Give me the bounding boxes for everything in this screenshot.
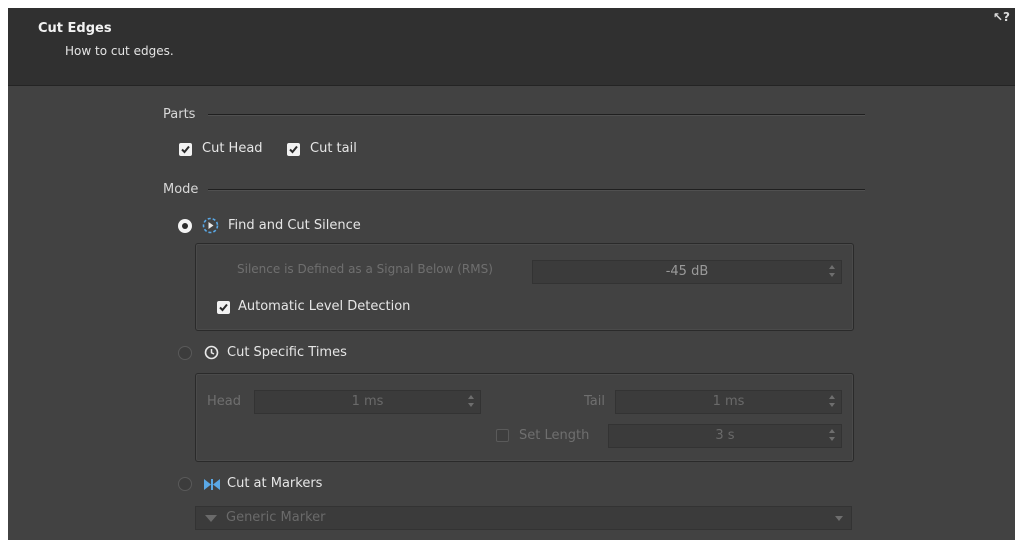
marker-type-dropdown[interactable]: Generic Marker	[195, 506, 852, 530]
specific-times-group: Head 1 ms Tail 1 ms Set Length 3 s	[195, 373, 854, 462]
marker-triangle-icon	[205, 515, 217, 522]
cut-tail-checkbox[interactable]	[287, 143, 300, 156]
head-spinbox[interactable]: 1 ms	[254, 390, 481, 414]
set-length-label[interactable]: Set Length	[519, 428, 589, 443]
tail-value: 1 ms	[712, 394, 745, 409]
tail-spinbox[interactable]: 1 ms	[615, 390, 842, 414]
spinner-arrows-icon[interactable]	[829, 265, 835, 277]
markers-label[interactable]: Cut at Markers	[227, 476, 322, 491]
spinner-arrows-icon[interactable]	[468, 395, 474, 407]
mode-divider	[208, 189, 865, 191]
set-length-spinbox[interactable]: 3 s	[608, 424, 842, 448]
chevron-down-icon[interactable]	[835, 516, 843, 521]
find-silence-group: Silence is Defined as a Signal Below (RM…	[195, 243, 854, 331]
clock-icon	[204, 345, 219, 360]
marker-bowtie-icon	[203, 478, 221, 491]
parts-divider	[208, 114, 865, 116]
dialog-title: Cut Edges	[38, 21, 112, 36]
auto-detect-checkbox[interactable]	[217, 301, 230, 314]
specific-times-label[interactable]: Cut Specific Times	[227, 345, 347, 360]
auto-detect-label[interactable]: Automatic Level Detection	[238, 299, 410, 314]
spinner-arrows-icon[interactable]	[829, 429, 835, 441]
tail-label: Tail	[584, 394, 605, 409]
set-length-checkbox[interactable]	[496, 429, 509, 442]
dialog-header: Cut Edges How to cut edges. ↖?	[8, 8, 1015, 86]
mode-section-label: Mode	[163, 182, 199, 197]
head-value: 1 ms	[351, 394, 384, 409]
marker-type-value: Generic Marker	[226, 510, 326, 525]
threshold-label: Silence is Defined as a Signal Below (RM…	[237, 262, 493, 276]
help-icon[interactable]: ↖?	[993, 10, 1010, 24]
set-length-value: 3 s	[715, 428, 735, 443]
head-label: Head	[207, 394, 241, 409]
find-silence-label[interactable]: Find and Cut Silence	[228, 218, 361, 233]
threshold-value: -45 dB	[665, 264, 709, 279]
markers-radio[interactable]	[178, 477, 192, 491]
cut-head-label[interactable]: Cut Head	[202, 141, 263, 156]
cut-edges-dialog: Cut Edges How to cut edges. ↖? Parts Cut…	[8, 8, 1015, 540]
find-silence-icon	[202, 217, 219, 234]
parts-section-label: Parts	[163, 107, 196, 122]
cut-head-checkbox[interactable]	[179, 143, 192, 156]
cut-tail-label[interactable]: Cut tail	[310, 141, 357, 156]
threshold-spinbox[interactable]: -45 dB	[532, 260, 842, 284]
specific-times-radio[interactable]	[178, 346, 192, 360]
spinner-arrows-icon[interactable]	[829, 395, 835, 407]
dialog-subtitle: How to cut edges.	[65, 44, 174, 58]
find-silence-radio[interactable]	[178, 219, 192, 233]
